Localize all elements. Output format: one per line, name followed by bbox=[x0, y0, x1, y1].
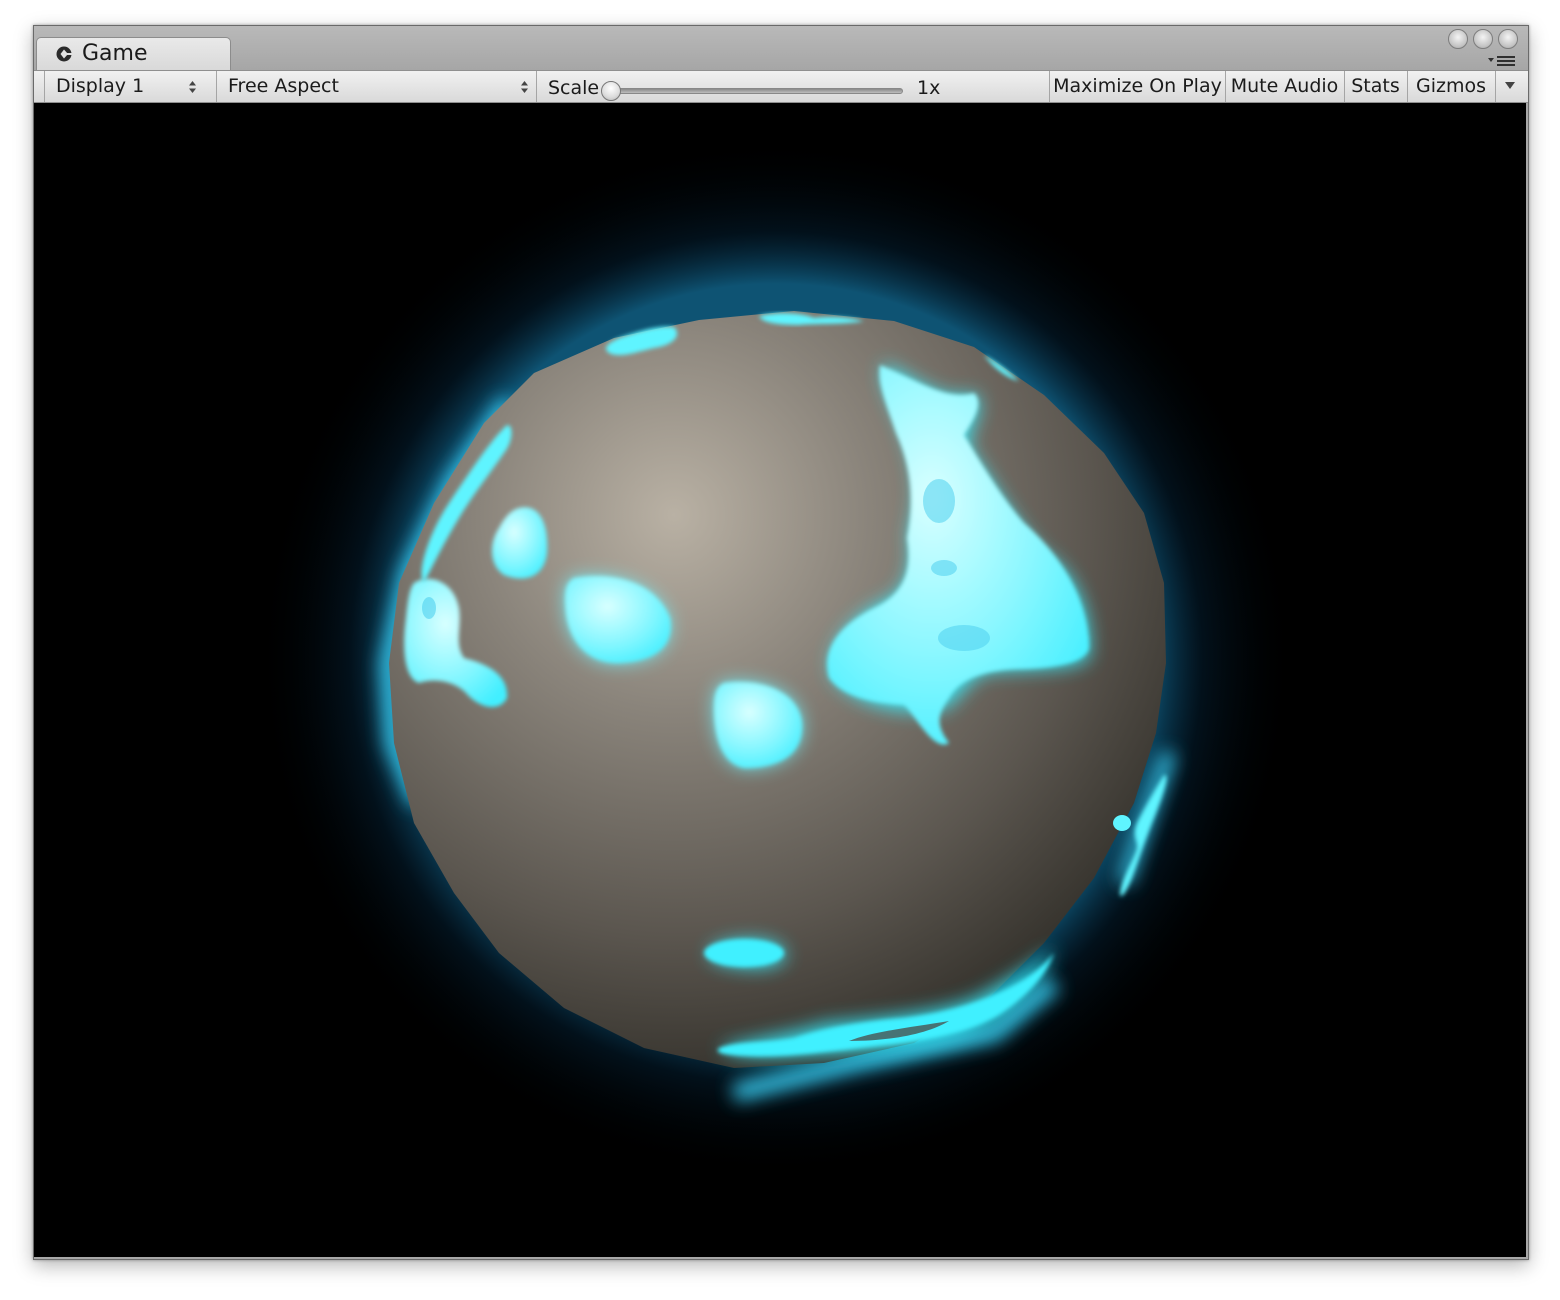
tab-game[interactable]: Game bbox=[36, 37, 231, 70]
panel-menu-icon[interactable] bbox=[1486, 54, 1518, 68]
aspect-dropdown[interactable]: Free Aspect bbox=[217, 71, 535, 102]
toolbar-divider bbox=[536, 71, 537, 102]
glow-spot-oval bbox=[704, 939, 784, 967]
updown-arrow-icon bbox=[521, 81, 528, 93]
window-button-maximize[interactable] bbox=[1498, 29, 1518, 49]
mute-audio-toggle[interactable]: Mute Audio bbox=[1226, 71, 1343, 102]
gizmos-dropdown[interactable] bbox=[1496, 71, 1524, 102]
game-viewport[interactable] bbox=[34, 103, 1526, 1257]
scale-slider-track[interactable] bbox=[611, 88, 903, 94]
spot-hole bbox=[938, 625, 990, 651]
tab-bar: Game bbox=[34, 26, 1528, 70]
gizmos-toggle[interactable]: Gizmos bbox=[1408, 71, 1494, 102]
spot-hole bbox=[422, 597, 436, 619]
scale-slider-thumb[interactable] bbox=[601, 81, 621, 101]
window-controls bbox=[1448, 29, 1518, 49]
scale-value: 1x bbox=[917, 77, 941, 99]
game-toolbar: Display 1 Free Aspect Scale 1x Maximize … bbox=[34, 70, 1528, 103]
updown-arrow-icon bbox=[189, 81, 196, 93]
unity-logo-icon bbox=[56, 46, 72, 62]
display-dropdown[interactable]: Display 1 bbox=[45, 71, 206, 102]
glow-spot-dot bbox=[1113, 815, 1131, 831]
window-button-minimize[interactable] bbox=[1473, 29, 1493, 49]
game-scene bbox=[256, 143, 1296, 1183]
game-window: Game Display 1 Free Aspect Scale 1x Maxi… bbox=[33, 25, 1529, 1260]
window-button-close[interactable] bbox=[1448, 29, 1468, 49]
stats-toggle[interactable]: Stats bbox=[1345, 71, 1406, 102]
scale-label: Scale bbox=[548, 77, 600, 99]
aspect-dropdown-label: Free Aspect bbox=[228, 75, 339, 97]
spot-hole bbox=[923, 479, 955, 523]
maximize-on-play-toggle[interactable]: Maximize On Play bbox=[1050, 71, 1225, 102]
chevron-down-icon bbox=[1505, 82, 1515, 89]
spot-hole bbox=[931, 560, 957, 576]
display-dropdown-label: Display 1 bbox=[56, 75, 145, 97]
tab-label: Game bbox=[82, 41, 148, 66]
